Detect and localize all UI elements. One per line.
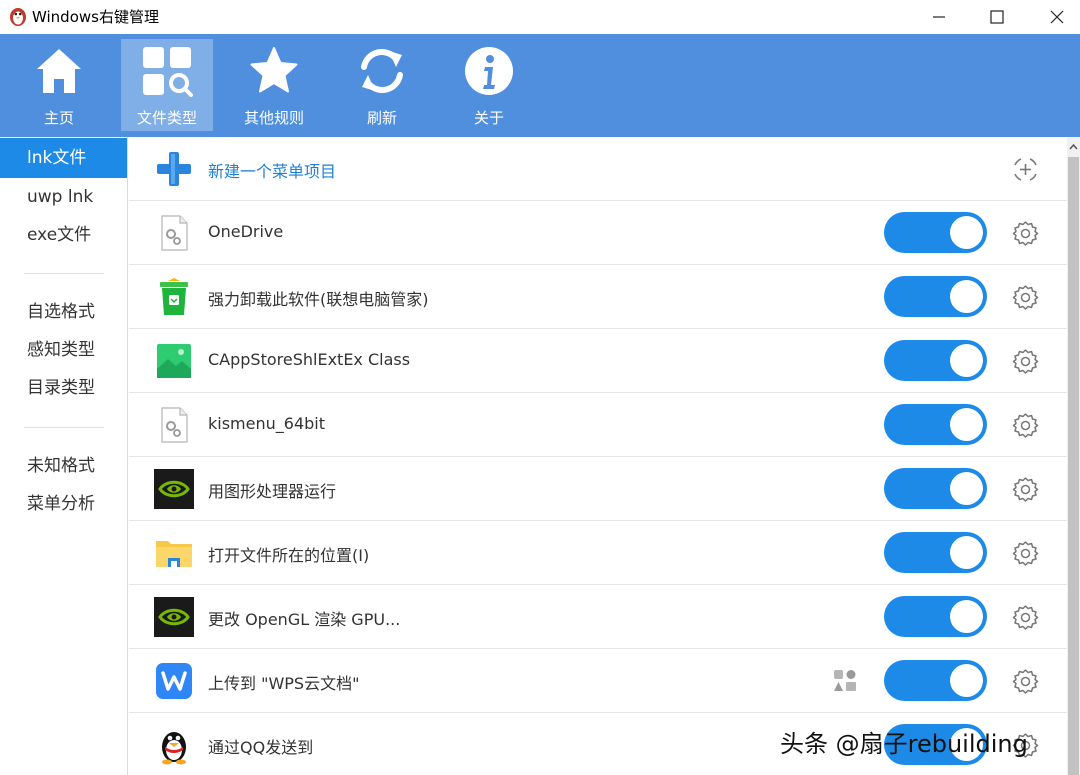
toggle-knob bbox=[950, 216, 983, 249]
gear-icon[interactable] bbox=[1012, 604, 1039, 631]
sidebar: lnk文件 uwp lnk exe文件 自选格式 感知类型 目录类型 未知格式 … bbox=[0, 137, 128, 775]
sidebar-item-menu-analysis[interactable]: 菜单分析 bbox=[0, 484, 127, 524]
menu-item-label: kismenu_64bit bbox=[208, 414, 325, 433]
watermark-text: 头条 @扇子rebuilding bbox=[780, 730, 1028, 758]
menu-item-list: 新建一个菜单项目 OneDrive 强力卸载此软件(联想电脑管家) CAppSt… bbox=[129, 137, 1067, 775]
enable-toggle[interactable] bbox=[884, 404, 987, 445]
menu-item-row: 更改 OpenGL 渲染 GPU... bbox=[129, 585, 1067, 649]
folder-icon bbox=[156, 541, 192, 567]
scrollbar-thumb[interactable] bbox=[1068, 157, 1079, 775]
add-circle-icon[interactable] bbox=[1012, 156, 1039, 183]
toolbar-home-label: 主页 bbox=[43, 109, 74, 127]
info-icon bbox=[465, 47, 513, 95]
toolbar-refresh-button[interactable]: 刷新 bbox=[336, 39, 428, 131]
generic-settings-file-icon bbox=[161, 215, 188, 251]
new-menu-item-label: 新建一个菜单项目 bbox=[208, 162, 337, 181]
menu-item-row: OneDrive bbox=[129, 201, 1067, 265]
window-title: Windows右键管理 bbox=[32, 8, 159, 26]
sidebar-item-lnk[interactable]: lnk文件 bbox=[0, 138, 127, 178]
menu-item-row: 打开文件所在的位置(I) bbox=[129, 521, 1067, 585]
gear-icon[interactable] bbox=[1012, 220, 1039, 247]
menu-item-row: 强力卸载此软件(联想电脑管家) bbox=[129, 265, 1067, 329]
wps-icon bbox=[156, 663, 192, 699]
menu-item-row: CAppStoreShlExtEx Class bbox=[129, 329, 1067, 393]
toggle-knob bbox=[950, 344, 983, 377]
sidebar-item-exe[interactable]: exe文件 bbox=[0, 215, 127, 255]
minimize-button[interactable] bbox=[916, 0, 962, 34]
menu-item-label: 通过QQ发送到 bbox=[208, 738, 314, 757]
toolbar-refresh-label: 刷新 bbox=[366, 109, 397, 127]
gear-icon[interactable] bbox=[1012, 476, 1039, 503]
close-button[interactable] bbox=[1034, 0, 1080, 34]
gear-icon[interactable] bbox=[1012, 348, 1039, 375]
new-menu-item-row[interactable]: 新建一个菜单项目 bbox=[129, 137, 1067, 201]
toggle-knob bbox=[950, 280, 983, 313]
menu-item-label: 打开文件所在的位置(I) bbox=[208, 546, 370, 565]
menu-item-label: 更改 OpenGL 渲染 GPU... bbox=[208, 610, 401, 629]
gear-icon[interactable] bbox=[1012, 540, 1039, 567]
enable-toggle[interactable] bbox=[884, 212, 987, 253]
toggle-knob bbox=[950, 536, 983, 569]
title-bar: Windows右键管理 bbox=[0, 0, 1080, 34]
enable-toggle[interactable] bbox=[884, 596, 987, 637]
close-icon bbox=[1050, 10, 1064, 24]
sidebar-item-custom-format[interactable]: 自选格式 bbox=[0, 292, 127, 332]
toolbar-other-rules-button[interactable]: 其他规则 bbox=[228, 39, 320, 131]
minimize-icon bbox=[933, 16, 945, 18]
sidebar-item-perceived-type[interactable]: 感知类型 bbox=[0, 330, 127, 370]
shapes-icon[interactable] bbox=[831, 667, 859, 695]
enable-toggle[interactable] bbox=[884, 276, 987, 317]
menu-item-label: OneDrive bbox=[208, 222, 284, 241]
toolbar-file-type-button[interactable]: 文件类型 bbox=[121, 39, 213, 131]
toolbar-home-button[interactable]: 主页 bbox=[13, 39, 105, 131]
enable-toggle[interactable] bbox=[884, 532, 987, 573]
menu-item-label: 上传到 "WPS云文档" bbox=[208, 674, 360, 693]
toolbar-other-rules-label: 其他规则 bbox=[243, 109, 304, 127]
add-plus-icon bbox=[157, 152, 191, 186]
gear-icon[interactable] bbox=[1012, 284, 1039, 311]
menu-item-label: 用图形处理器运行 bbox=[208, 482, 337, 501]
scroll-up-arrow-icon[interactable] bbox=[1067, 141, 1080, 153]
file-type-search-icon bbox=[143, 47, 193, 97]
main-toolbar: 主页 文件类型 其他规则 刷新 关于 bbox=[0, 34, 1080, 137]
enable-toggle[interactable] bbox=[884, 468, 987, 509]
maximize-icon bbox=[990, 10, 1004, 24]
app-window: Windows右键管理 主页 文件类型 其他规则 刷新 关于 lnk文件 uwp… bbox=[0, 0, 1080, 775]
menu-item-label: 强力卸载此软件(联想电脑管家) bbox=[208, 290, 429, 309]
menu-item-label: CAppStoreShlExtEx Class bbox=[208, 350, 411, 369]
toolbar-file-type-label: 文件类型 bbox=[136, 109, 197, 127]
sidebar-divider bbox=[24, 427, 104, 428]
nvidia-icon bbox=[154, 597, 194, 637]
sidebar-divider bbox=[24, 273, 104, 274]
toolbar-about-button[interactable]: 关于 bbox=[443, 39, 535, 131]
toolbar-about-label: 关于 bbox=[473, 109, 504, 127]
qq-penguin-icon bbox=[162, 732, 186, 765]
green-trash-can-icon bbox=[160, 278, 188, 315]
enable-toggle[interactable] bbox=[884, 340, 987, 381]
toggle-knob bbox=[950, 472, 983, 505]
refresh-icon bbox=[361, 49, 403, 93]
maximize-button[interactable] bbox=[974, 0, 1020, 34]
sidebar-item-directory-type[interactable]: 目录类型 bbox=[0, 368, 127, 408]
gear-icon[interactable] bbox=[1012, 412, 1039, 439]
green-picture-icon bbox=[157, 344, 191, 378]
toggle-knob bbox=[950, 600, 983, 633]
home-icon bbox=[37, 49, 81, 93]
star-icon bbox=[250, 47, 298, 93]
toggle-knob bbox=[950, 408, 983, 441]
menu-item-row: kismenu_64bit bbox=[129, 393, 1067, 457]
toggle-knob bbox=[950, 664, 983, 697]
vertical-scrollbar[interactable] bbox=[1067, 137, 1080, 775]
enable-toggle[interactable] bbox=[884, 660, 987, 701]
gear-icon[interactable] bbox=[1012, 668, 1039, 695]
sidebar-item-unknown-format[interactable]: 未知格式 bbox=[0, 446, 127, 486]
penguin-app-icon bbox=[10, 8, 26, 26]
nvidia-icon bbox=[154, 469, 194, 509]
menu-item-row: 上传到 "WPS云文档" bbox=[129, 649, 1067, 713]
generic-settings-file-icon bbox=[161, 407, 188, 443]
sidebar-item-uwp-lnk[interactable]: uwp lnk bbox=[0, 177, 127, 217]
menu-item-row: 用图形处理器运行 bbox=[129, 457, 1067, 521]
